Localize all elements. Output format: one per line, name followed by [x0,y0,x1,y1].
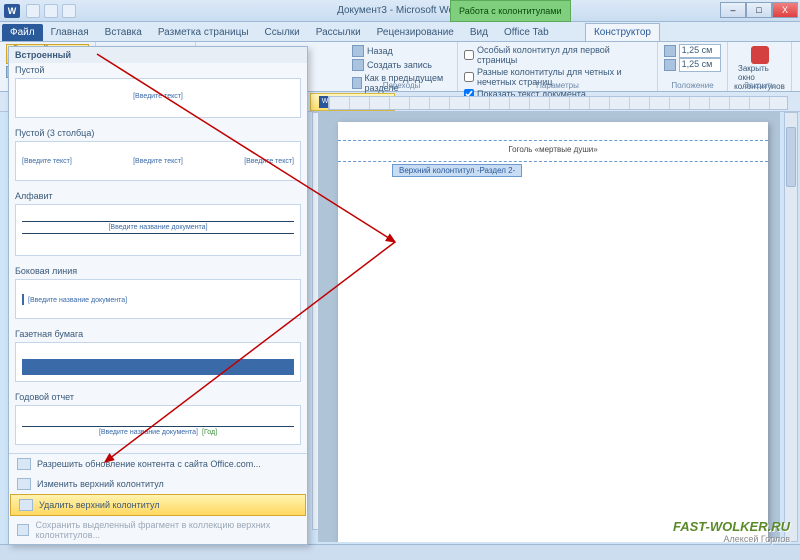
margin-bottom-icon [664,59,676,71]
title-bar: W Документ3 - Microsoft Word Работа с ко… [0,0,800,22]
header-bottom-spin[interactable]: 1,25 см [664,58,721,72]
maximize-button[interactable]: □ [746,2,772,18]
watermark-main: FAST-WOLKER.RU [673,519,790,534]
gallery-item-blank-label: Пустой [15,65,301,75]
tab-review[interactable]: Рецензирование [369,24,462,41]
scrollbar-thumb[interactable] [786,127,796,187]
gallery-item-annual[interactable]: Годовой отчет [Введите название документ… [9,390,307,453]
group-nav-label: Переходы [346,81,457,90]
header-top-spin[interactable]: 1,25 см [664,44,721,58]
gallery-item-sideline[interactable]: Боковая линия [Введите название документ… [9,264,307,327]
tab-design[interactable]: Конструктор [585,23,660,41]
header-gallery-dropdown: Встроенный Пустой [Введите текст] Пустой… [8,46,308,545]
tab-view[interactable]: Вид [462,24,496,41]
record-icon [352,59,364,71]
minimize-button[interactable]: – [720,2,746,18]
gallery-item-newspaper[interactable]: Газетная бумага [9,327,307,390]
qat-redo-icon[interactable] [62,4,76,18]
tab-page-layout[interactable]: Разметка страницы [150,24,257,41]
gallery-item-blank3-label: Пустой (3 столбца) [15,128,301,138]
tab-office-tab[interactable]: Office Tab [496,24,557,41]
gallery-sideline-ph: [Введите название документа] [28,297,127,304]
header-top-value[interactable]: 1,25 см [679,44,721,58]
check-first-page-label: Особый колонтитул для первой страницы [477,45,651,65]
gallery-3col-ph1: [Введите текст] [22,158,72,165]
save-icon [17,524,29,536]
globe-icon [17,458,31,470]
close-button[interactable]: X [772,2,798,18]
menu-delete-label: Удалить верхний колонтитул [39,500,160,510]
page[interactable]: Гоголь «мертвые души» Верхний колонтитул… [338,122,768,542]
gallery-item-blank-3col[interactable]: Пустой (3 столбца) [Введите текст] [Введ… [9,126,307,189]
header-bottom-value[interactable]: 1,25 см [679,58,721,72]
gallery-3col-ph2: [Введите текст] [133,158,183,165]
document-area[interactable]: Гоголь «мертвые души» Верхний колонтитул… [318,112,780,542]
gallery-item-blank[interactable]: Пустой [Введите текст] [9,63,307,126]
nav-back-label: Назад [367,46,393,56]
close-label-1: Закрыть окно [738,64,781,82]
tab-references[interactable]: Ссылки [257,24,308,41]
tab-mailings[interactable]: Рассылки [308,24,369,41]
menu-edit-label: Изменить верхний колонтитул [37,479,164,489]
delete-icon [19,499,33,511]
menu-save-label: Сохранить выделенный фрагмент в коллекци… [35,520,299,540]
gallery-annual-ph: [Введите название документа] [99,429,198,436]
menu-delete-header[interactable]: Удалить верхний колонтитул [10,494,306,516]
tab-insert[interactable]: Вставка [97,24,150,41]
word-app-icon: W [4,4,20,18]
header-text[interactable]: Гоголь «мертвые души» [338,141,768,154]
group-position-label: Положение [658,81,727,90]
qat-save-icon[interactable] [26,4,40,18]
tab-file[interactable]: Файл [2,24,43,41]
back-icon [352,45,364,57]
nav-back-button[interactable]: Назад [352,44,451,58]
group-close-label: Закрыть [728,81,791,90]
tab-home[interactable]: Главная [43,24,97,41]
nav-record-label: Создать запись [367,60,432,70]
window-buttons: – □ X [720,2,798,18]
quick-access-toolbar [26,4,76,18]
watermark-sub: Алексей Горлов [673,534,790,544]
gallery-menu: Разрешить обновление контента с сайта Of… [9,453,307,544]
group-options-label: Параметры [458,81,657,90]
gallery-section-builtin: Встроенный [9,47,307,63]
horizontal-ruler[interactable] [328,96,788,110]
qat-undo-icon[interactable] [44,4,58,18]
margin-top-icon [664,45,676,57]
menu-office-update[interactable]: Разрешить обновление контента с сайта Of… [9,454,307,474]
gallery-blank-placeholder: [Введите текст] [22,93,294,100]
status-bar [0,544,800,560]
close-x-icon [751,46,769,64]
document-title: Документ3 - Microsoft Word [337,5,463,16]
gallery-annual-year: [Год] [202,429,217,436]
header-zone[interactable]: Гоголь «мертвые души» [338,140,768,162]
menu-office-label: Разрешить обновление контента с сайта Of… [37,459,261,469]
menu-edit-header[interactable]: Изменить верхний колонтитул [9,474,307,494]
gallery-3col-ph3: [Введите текст] [244,158,294,165]
contextual-tab-header-tools: Работа с колонтитулами [450,0,571,22]
check-first-page[interactable]: Особый колонтитул для первой страницы [464,44,651,66]
gallery-alphabet-label: Алфавит [15,191,301,201]
check-first-page-box[interactable] [464,50,474,60]
gallery-annual-label: Годовой отчет [15,392,301,402]
nav-record-button[interactable]: Создать запись [352,58,451,72]
edit-icon [17,478,31,490]
watermark: FAST-WOLKER.RU Алексей Горлов [673,519,790,544]
gallery-sideline-label: Боковая линия [15,266,301,276]
menu-save-selection: Сохранить выделенный фрагмент в коллекци… [9,516,307,544]
gallery-alphabet-ph: [Введите название документа] [22,224,294,231]
vertical-scrollbar[interactable] [784,112,798,542]
gallery-newspaper-label: Газетная бумага [15,329,301,339]
gallery-item-alphabet[interactable]: Алфавит [Введите название документа] [9,189,307,264]
ribbon-tabs: Файл Главная Вставка Разметка страницы С… [0,22,800,42]
header-section-tag: Верхний колонтитул -Раздел 2- [392,164,522,177]
